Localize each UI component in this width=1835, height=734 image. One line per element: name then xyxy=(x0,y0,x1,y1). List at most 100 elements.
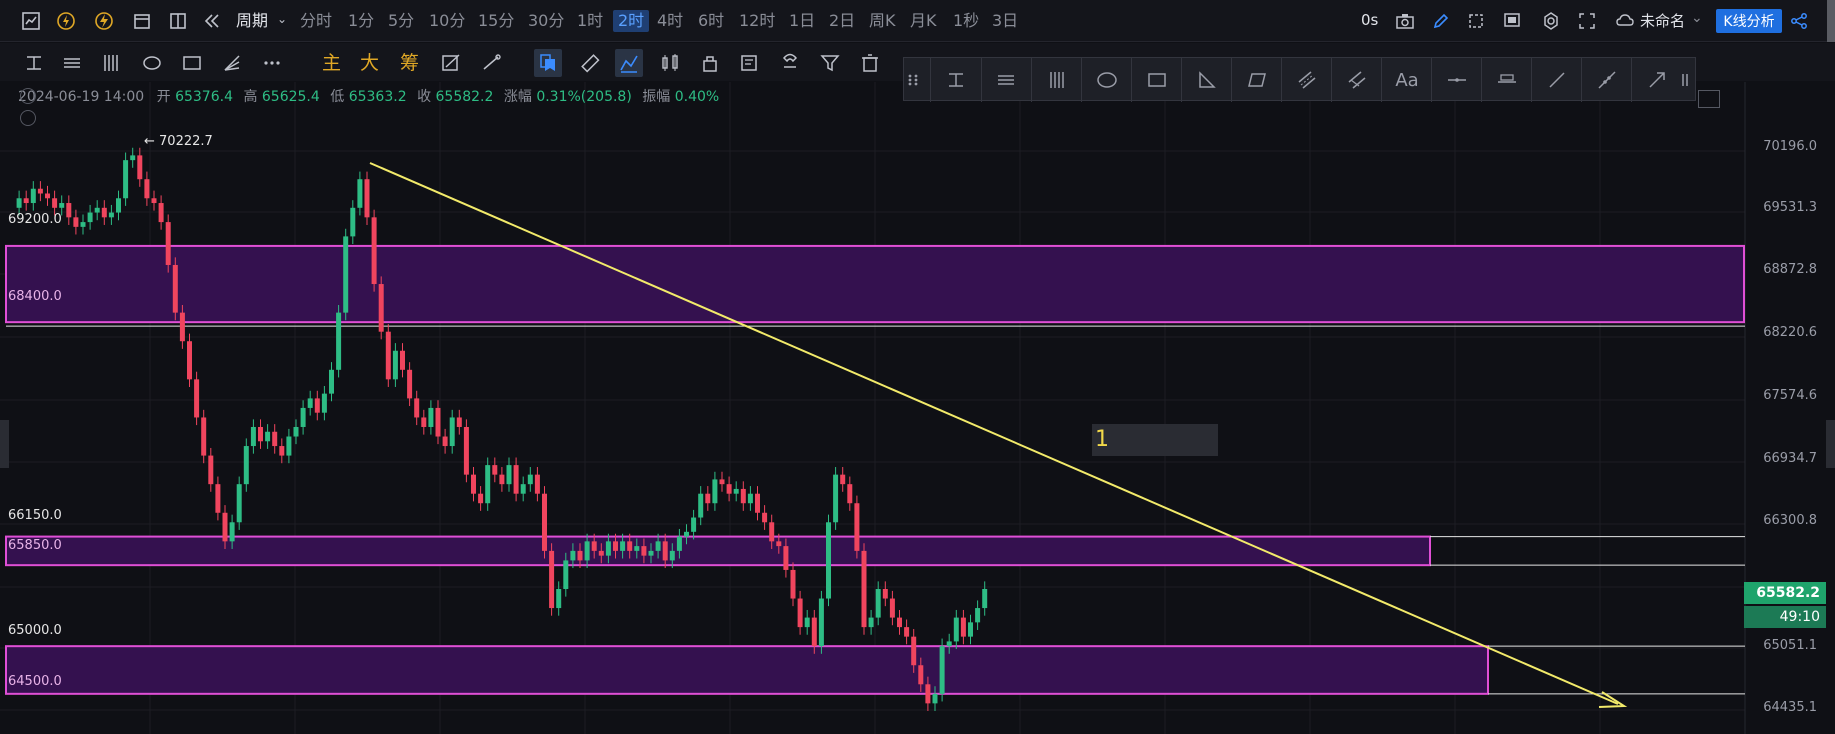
period-30m[interactable]: 30分 xyxy=(528,10,564,32)
ruler-icon[interactable] xyxy=(576,49,604,77)
candle-body xyxy=(655,541,661,551)
candle-body xyxy=(868,617,874,628)
magnet-draw-icon[interactable] xyxy=(615,49,643,77)
separator xyxy=(1081,58,1082,102)
period-dropdown[interactable]: 周期 xyxy=(236,10,268,32)
period-month[interactable]: 月K xyxy=(910,10,937,32)
gear-icon[interactable] xyxy=(1538,8,1564,34)
period-5m[interactable]: 5分 xyxy=(388,10,414,32)
scrollbar[interactable] xyxy=(1827,0,1835,42)
candle-body xyxy=(953,617,959,642)
pitchfork-icon[interactable] xyxy=(1341,66,1373,94)
toolbar-grip-icon[interactable] xyxy=(1678,66,1692,94)
rectangle-icon[interactable] xyxy=(1141,66,1173,94)
text-cursor-icon[interactable] xyxy=(20,49,48,77)
period-1s[interactable]: 1秒 xyxy=(953,10,979,32)
candles-icon[interactable] xyxy=(656,49,684,77)
magnet-icon[interactable] xyxy=(776,49,804,77)
ellipse-icon[interactable] xyxy=(138,49,166,77)
price-note-icon[interactable] xyxy=(1491,66,1523,94)
chips-button[interactable]: 筹 xyxy=(400,49,419,77)
text-tool-icon[interactable]: Aa xyxy=(1391,66,1423,94)
more-icon[interactable] xyxy=(258,49,286,77)
k-analysis-button[interactable]: K线分析 xyxy=(1716,9,1782,33)
left-panel-toggle[interactable] xyxy=(0,420,9,468)
channel-icon[interactable] xyxy=(1291,66,1323,94)
layout-icon[interactable] xyxy=(165,8,191,34)
pen-icon[interactable] xyxy=(1428,8,1454,34)
parallelogram-icon[interactable] xyxy=(1241,66,1273,94)
period-2h[interactable]: 2时 xyxy=(613,10,650,32)
vertical-lines-icon[interactable] xyxy=(97,49,125,77)
candle-body xyxy=(329,369,334,394)
candle-body xyxy=(939,646,945,694)
camera-icon[interactable] xyxy=(1392,8,1418,34)
price-tick: 67574.6 xyxy=(1763,388,1817,403)
cloud-icon[interactable] xyxy=(1612,8,1638,34)
period-fenshi[interactable]: 分时 xyxy=(300,10,332,32)
draw-tools-icon[interactable] xyxy=(478,49,506,77)
main-indicator-button[interactable]: 主 xyxy=(322,49,341,77)
vertical-lines-icon[interactable] xyxy=(1041,66,1073,94)
period-1h[interactable]: 1时 xyxy=(577,10,603,32)
collapse-circle-icon[interactable] xyxy=(20,88,36,104)
trend-line-icon[interactable] xyxy=(1541,66,1573,94)
horizontal-lines-icon[interactable] xyxy=(58,49,86,77)
chevron-down-icon[interactable]: ⌄ xyxy=(277,12,287,26)
workspace-name[interactable]: 未命名 xyxy=(1640,10,1685,31)
separator xyxy=(1631,58,1632,102)
triangle-icon[interactable] xyxy=(1191,66,1223,94)
price-range-icon[interactable] xyxy=(940,66,972,94)
toolbar-collapse-icon[interactable] xyxy=(1698,90,1720,108)
right-panel-toggle[interactable] xyxy=(1826,420,1835,468)
expand-circle-icon[interactable] xyxy=(20,110,36,126)
candle-body xyxy=(201,417,207,456)
period-2d[interactable]: 2日 xyxy=(829,10,855,32)
period-4h[interactable]: 4时 xyxy=(657,10,683,32)
period-1m[interactable]: 1分 xyxy=(348,10,374,32)
rectangle-icon[interactable] xyxy=(178,49,206,77)
flash-icon[interactable] xyxy=(91,8,117,34)
candle-body xyxy=(620,541,626,551)
bookmark-icon[interactable] xyxy=(534,49,562,77)
chart-line-icon[interactable] xyxy=(18,8,44,34)
arrow-line-icon[interactable] xyxy=(1641,66,1673,94)
ellipse-icon[interactable] xyxy=(1091,66,1123,94)
period-6h[interactable]: 6时 xyxy=(698,10,724,32)
period-week[interactable]: 周K xyxy=(869,10,896,32)
period-15m[interactable]: 15分 xyxy=(478,10,514,32)
candle-body xyxy=(634,546,640,551)
note-edit-icon[interactable] xyxy=(736,49,764,77)
chevron-down-icon[interactable]: ⌄ xyxy=(1691,10,1703,26)
period-1d[interactable]: 1日 xyxy=(789,10,815,32)
filter-icon[interactable] xyxy=(816,49,844,77)
drag-handle-icon[interactable] xyxy=(906,66,920,94)
period-12h[interactable]: 12时 xyxy=(739,10,775,32)
extended-line-icon[interactable] xyxy=(1591,66,1623,94)
screen-icon[interactable] xyxy=(1499,8,1525,34)
change-label: 涨幅 xyxy=(503,89,532,105)
rewind-icon[interactable] xyxy=(199,8,225,34)
trash-icon[interactable] xyxy=(856,49,884,77)
horizontal-ray-icon[interactable] xyxy=(1441,66,1473,94)
fullscreen-icon[interactable] xyxy=(1574,8,1600,34)
candle-body xyxy=(783,546,789,570)
speed-icon[interactable] xyxy=(53,8,79,34)
level-label: 65850.0 xyxy=(8,538,62,553)
share-icon[interactable] xyxy=(1786,8,1812,34)
price-tick: 70196.0 xyxy=(1763,139,1817,154)
text-annotation[interactable]: 1 xyxy=(1092,424,1218,456)
candle-body xyxy=(16,198,22,208)
candlestick-chart[interactable] xyxy=(0,82,1835,734)
period-3d[interactable]: 3日 xyxy=(992,10,1018,32)
period-10m[interactable]: 10分 xyxy=(429,10,465,32)
crop-icon[interactable] xyxy=(1463,8,1489,34)
lock-icon[interactable] xyxy=(696,49,724,77)
fib-fan-icon[interactable] xyxy=(218,49,246,77)
drawing-edit-icon[interactable] xyxy=(437,49,465,77)
candle-body xyxy=(712,479,718,504)
calendar-icon[interactable] xyxy=(129,8,155,34)
big-order-button[interactable]: 大 xyxy=(360,49,379,77)
parallel-lines-icon[interactable] xyxy=(990,66,1022,94)
candle-body xyxy=(755,493,760,513)
